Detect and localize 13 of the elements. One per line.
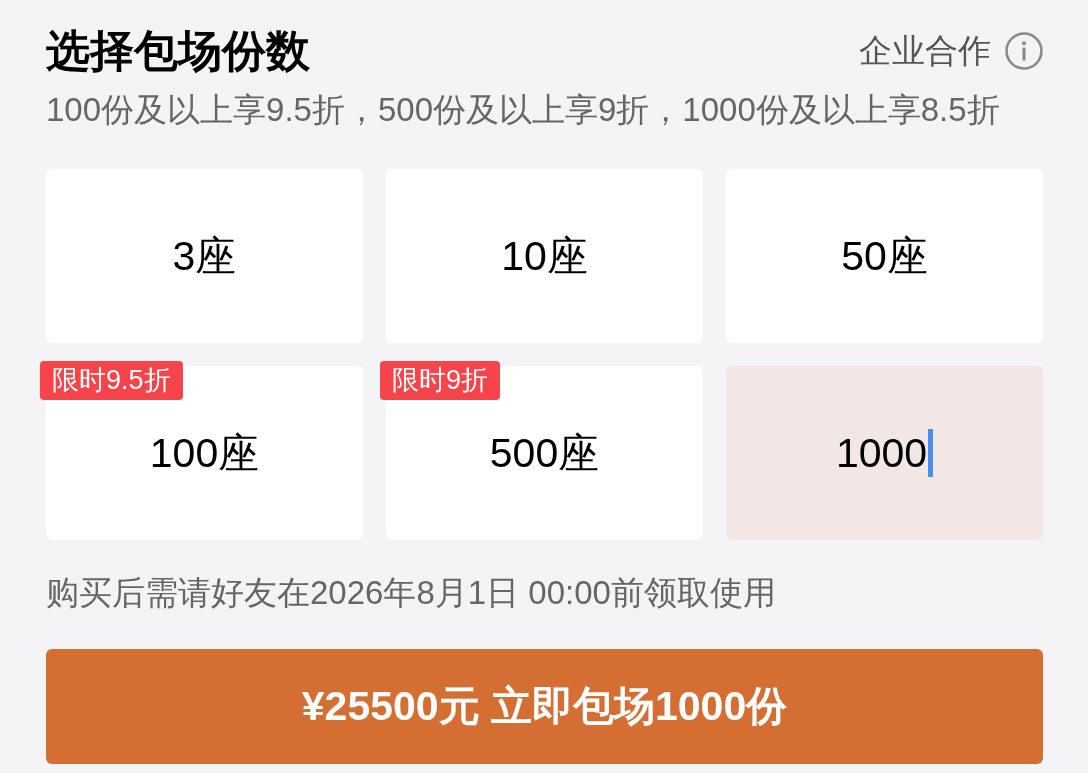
info-icon[interactable] <box>1005 32 1043 70</box>
page-title: 选择包场份数 <box>46 26 310 76</box>
quantity-value: 1000 <box>835 432 928 474</box>
seat-option[interactable]: 10座 <box>386 169 703 343</box>
custom-quantity-field[interactable]: 1000 <box>726 366 1043 540</box>
discount-badge: 限时9折 <box>380 361 501 400</box>
enterprise-link[interactable]: 企业合作 <box>859 31 991 71</box>
discount-info: 100份及以上享9.5折，500份及以上享9折，1000份及以上享8.5折 <box>46 90 1001 130</box>
claim-note: 购买后需请好友在2026年8月1日 00:00前领取使用 <box>46 573 777 613</box>
discount-badge: 限时9.5折 <box>40 361 183 400</box>
text-cursor-icon <box>928 429 934 477</box>
seat-option[interactable]: 3座 <box>46 169 363 343</box>
seat-option[interactable]: 50座 <box>726 169 1043 343</box>
